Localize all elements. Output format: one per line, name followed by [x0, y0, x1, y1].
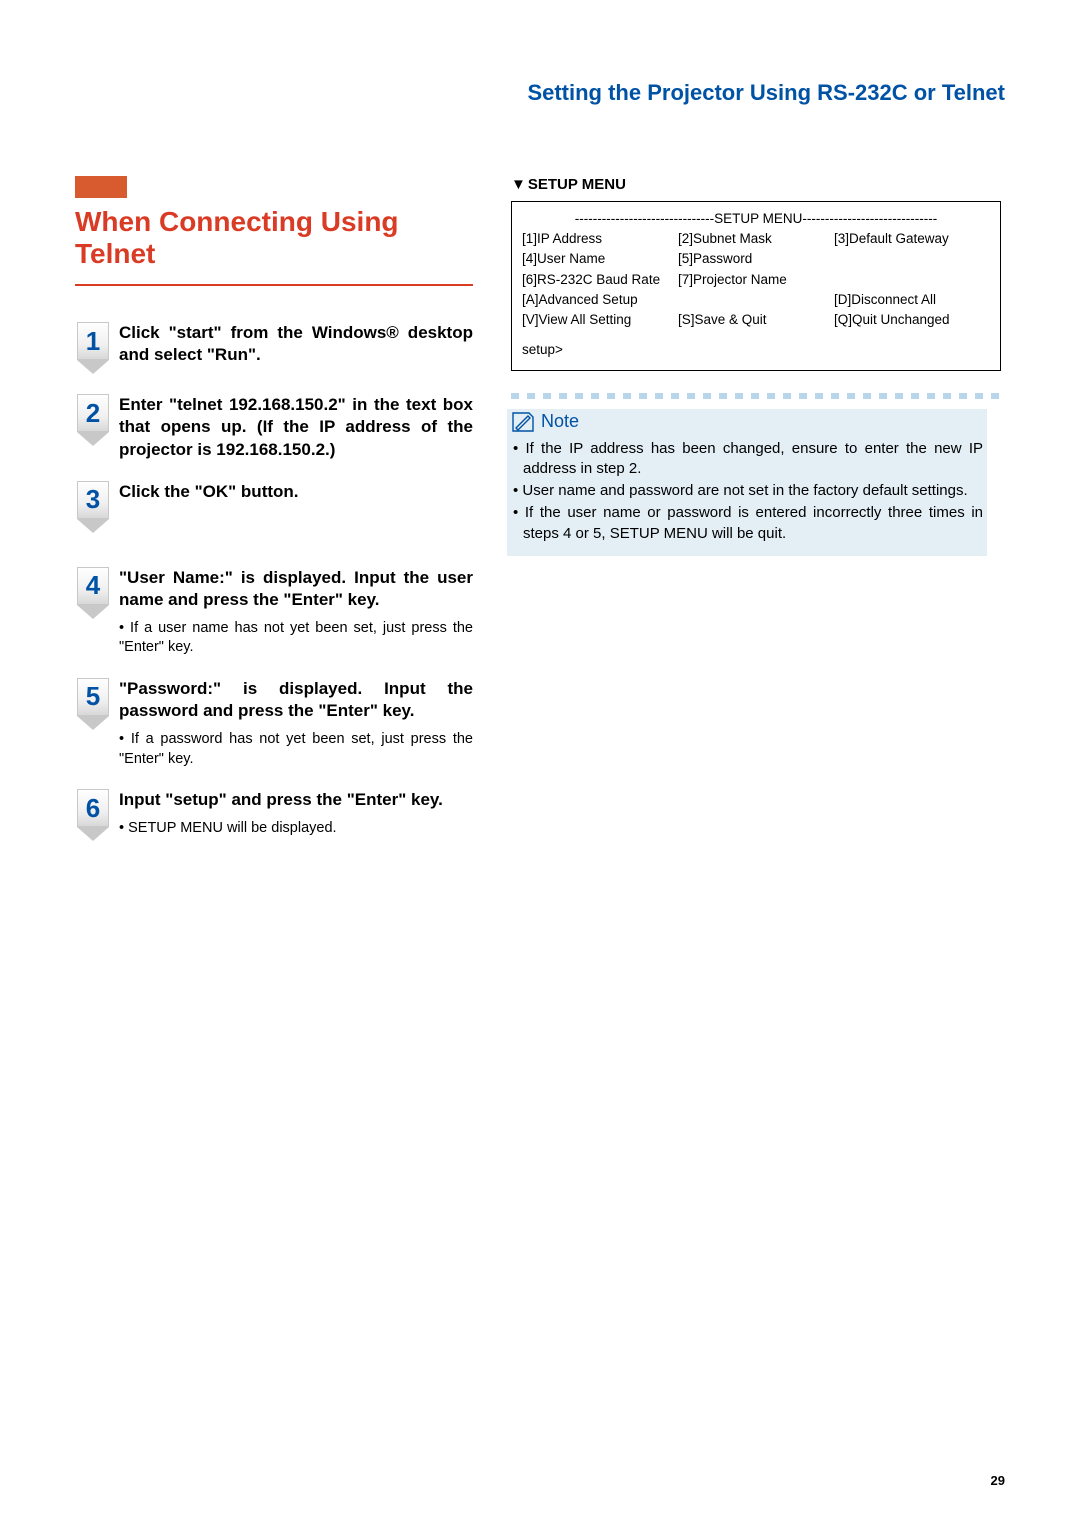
note-label: Note — [541, 411, 579, 432]
step-4: 4 "User Name:" is displayed. Input the u… — [75, 567, 473, 658]
setup-cell: [7]Projector Name — [678, 271, 834, 289]
step-5: 5 "Password:" is displayed. Input the pa… — [75, 678, 473, 769]
step-number: 4 — [77, 567, 109, 605]
setup-cell: [2]Subnet Mask — [678, 230, 834, 248]
step-text: Enter "telnet 192.168.150.2" in the text… — [119, 394, 473, 460]
note-box: Note If the IP address has been changed,… — [507, 409, 987, 556]
page-header: Setting the Projector Using RS-232C or T… — [75, 80, 1005, 106]
setup-cell — [834, 271, 990, 289]
step-subtext: If a password has not yet been set, just… — [119, 730, 473, 769]
page-number: 29 — [991, 1473, 1005, 1488]
chevron-down-icon — [77, 432, 109, 446]
setup-menu-dashline: -------------------------------SETUP MEN… — [522, 210, 990, 228]
setup-cell: [Q]Quit Unchanged — [834, 311, 990, 329]
chevron-down-icon — [77, 827, 109, 841]
step-number: 2 — [77, 394, 109, 432]
chevron-down-icon — [77, 360, 109, 374]
step-text: Input "setup" and press the "Enter" key. — [119, 789, 473, 811]
step-text: Click the "OK" button. — [119, 481, 473, 503]
note-item: If the user name or password is entered … — [511, 503, 983, 544]
setup-cell: [6]RS-232C Baud Rate — [522, 271, 678, 289]
step-text: "Password:" is displayed. Input the pass… — [119, 678, 473, 722]
setup-cell — [678, 291, 834, 309]
step-3: 3 Click the "OK" button. — [75, 481, 473, 533]
setup-cell: [D]Disconnect All — [834, 291, 990, 309]
chevron-down-icon — [77, 605, 109, 619]
setup-cell — [834, 250, 990, 268]
chevron-down-icon — [77, 716, 109, 730]
step-1: 1 Click "start" from the Windows® deskto… — [75, 322, 473, 374]
step-number: 6 — [77, 789, 109, 827]
step-text: Click "start" from the Windows® desktop … — [119, 322, 473, 366]
section-accent-bar — [75, 176, 127, 198]
setup-cell: [1]IP Address — [522, 230, 678, 248]
pencil-icon — [511, 411, 535, 433]
setup-menu-grid: [1]IP Address [2]Subnet Mask [3]Default … — [522, 230, 990, 329]
setup-cell: [4]User Name — [522, 250, 678, 268]
note-item: User name and password are not set in th… — [511, 481, 983, 501]
step-2: 2 Enter "telnet 192.168.150.2" in the te… — [75, 394, 473, 460]
setup-prompt: setup> — [522, 341, 990, 359]
chevron-down-icon — [77, 519, 109, 533]
step-subtext: SETUP MENU will be displayed. — [119, 819, 473, 839]
step-subtext: If a user name has not yet been set, jus… — [119, 619, 473, 658]
section-rule — [75, 284, 473, 286]
setup-cell: [V]View All Setting — [522, 311, 678, 329]
setup-menu-box: -------------------------------SETUP MEN… — [511, 201, 1001, 371]
step-number: 1 — [77, 322, 109, 360]
step-6: 6 Input "setup" and press the "Enter" ke… — [75, 789, 473, 841]
setup-cell: [A]Advanced Setup — [522, 291, 678, 309]
note-item: If the IP address has been changed, ensu… — [511, 439, 983, 480]
step-number: 5 — [77, 678, 109, 716]
setup-cell: [S]Save & Quit — [678, 311, 834, 329]
section-title: When Connecting Using Telnet — [75, 206, 473, 270]
setup-cell: [5]Password — [678, 250, 834, 268]
step-text: "User Name:" is displayed. Input the use… — [119, 567, 473, 611]
note-divider — [511, 393, 1001, 399]
step-number: 3 — [77, 481, 109, 519]
setup-cell: [3]Default Gateway — [834, 230, 990, 248]
setup-menu-label: SETUP MENU — [511, 176, 1001, 193]
